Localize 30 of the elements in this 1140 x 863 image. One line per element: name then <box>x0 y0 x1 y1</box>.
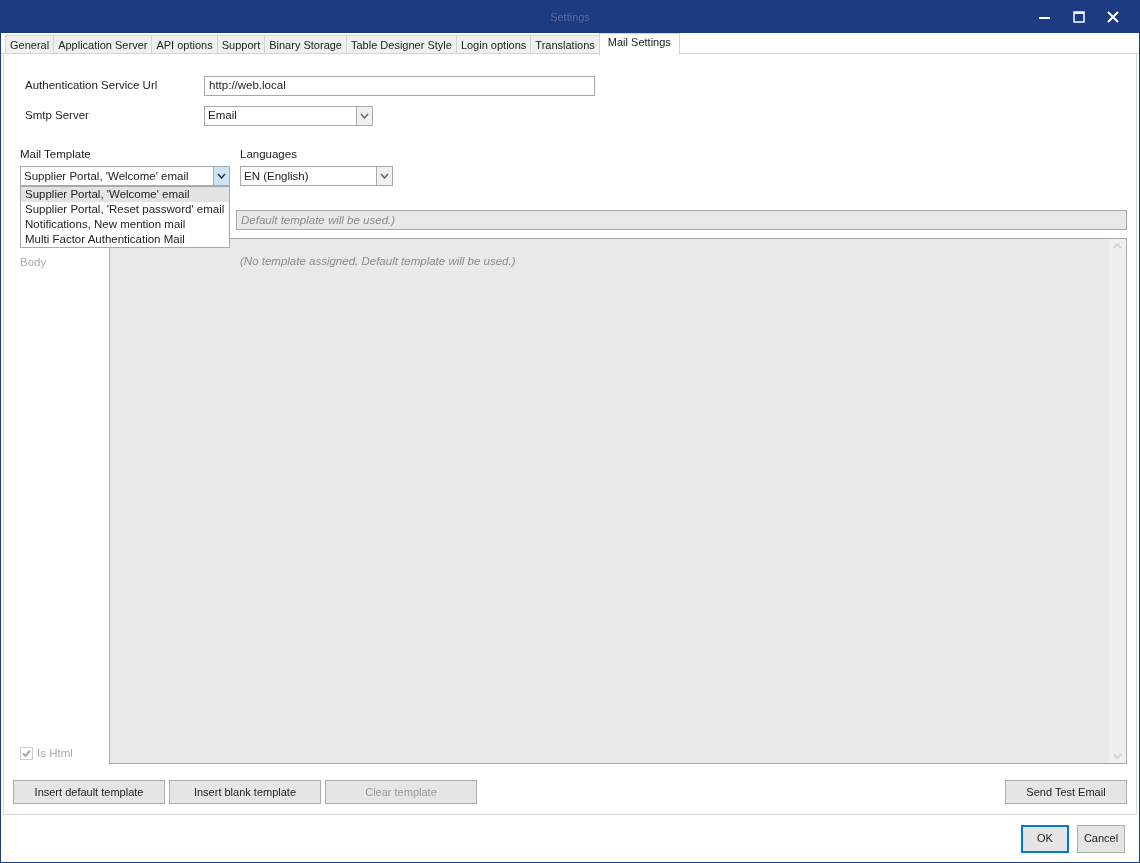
tab[interactable]: API options <box>151 35 218 53</box>
dialog-button[interactable]: Cancel <box>1077 824 1125 853</box>
checkbox-label: Is Html <box>37 745 73 761</box>
tab[interactable]: Application Server <box>53 35 153 53</box>
tab[interactable]: Support <box>216 35 266 53</box>
field-label: Mail Template <box>20 147 92 162</box>
tab[interactable]: Binary Storage <box>264 35 347 53</box>
caret-icon <box>376 167 392 186</box>
smtp-dropdown[interactable]: Email <box>204 106 373 126</box>
template-button[interactable]: Insert default template <box>13 780 165 804</box>
url-field[interactable]: http://web.local <box>204 76 595 96</box>
dialog-button[interactable]: OK <box>1021 824 1069 853</box>
dropdown-option[interactable]: Supplier Portal, 'Welcome' email <box>21 187 229 203</box>
window-title: Settings <box>550 10 590 23</box>
tab[interactable]: General <box>5 35 55 53</box>
tab[interactable]: Login options <box>455 35 532 53</box>
tab[interactable]: Mail Settings <box>598 33 680 55</box>
field-label: Authentication Service Url <box>25 78 159 94</box>
caret-icon <box>356 107 372 125</box>
tab[interactable]: Translations <box>530 35 600 53</box>
template-button[interactable]: Insert blank template <box>169 780 321 804</box>
dropdown-option[interactable]: Supplier Portal, 'Reset password' email <box>21 202 229 218</box>
send-test-button[interactable]: Send Test Email <box>1005 780 1127 804</box>
field-label: Smtp Server <box>25 108 90 124</box>
template-dropdown[interactable]: Supplier Portal, 'Welcome' email <box>20 166 230 187</box>
dropdown-option[interactable]: Notifications, New mention mail <box>21 217 229 233</box>
field-label: Languages <box>240 147 298 162</box>
field-label: Body <box>20 255 48 271</box>
language-dropdown[interactable]: EN (English) <box>240 166 393 187</box>
tab[interactable]: Table Designer Style <box>346 35 457 53</box>
